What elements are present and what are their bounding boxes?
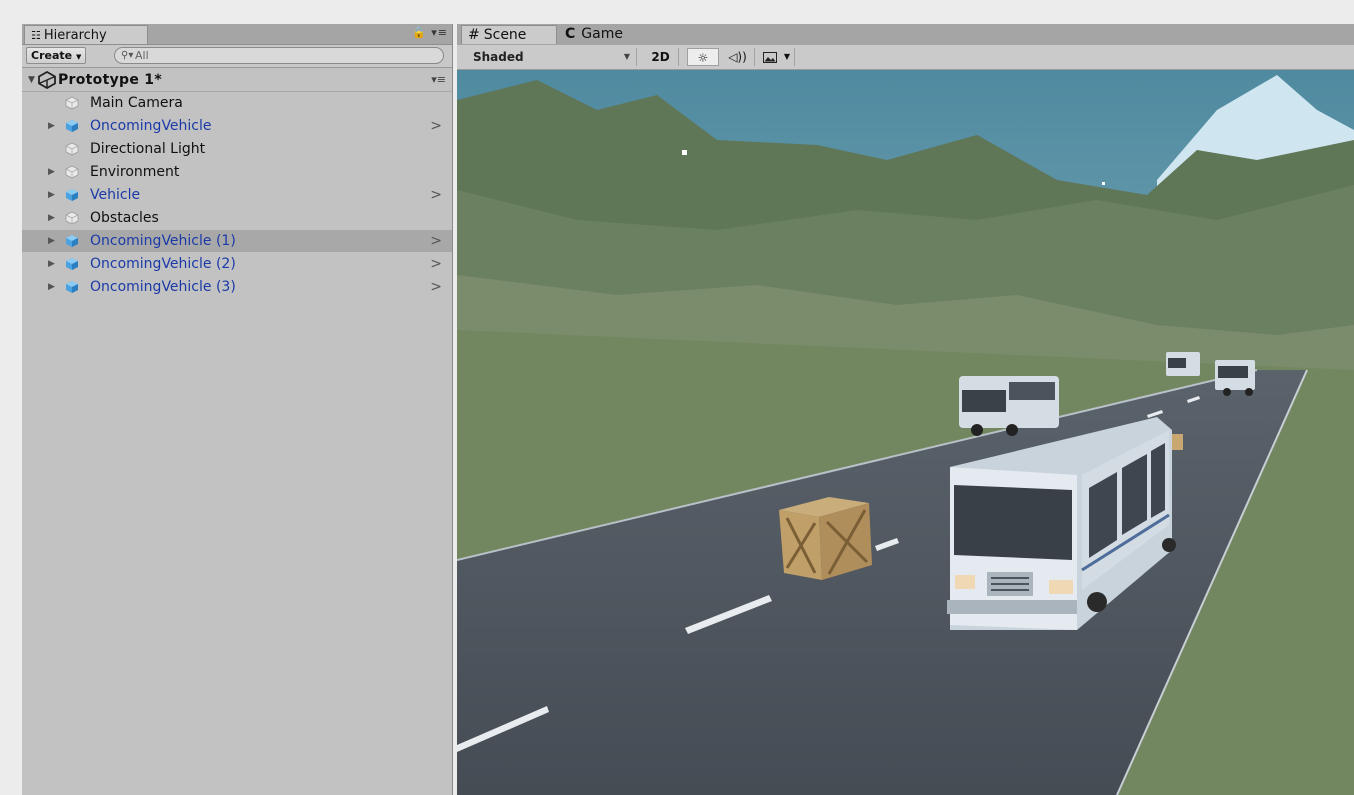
hierarchy-row-label: Obstacles — [90, 210, 159, 226]
expand-arrow-icon[interactable]: ▶ — [48, 207, 55, 229]
panel-menu-icon[interactable]: ▾≡ — [431, 26, 448, 39]
gameobject-cube-icon — [65, 211, 79, 225]
toggle-2d-label: 2D — [651, 50, 670, 64]
prefab-cube-icon — [65, 119, 79, 133]
hierarchy-row-label: OncomingVehicle — [90, 118, 212, 134]
dropdown-arrow-icon: ▼ — [75, 53, 82, 61]
prefab-cube-icon — [65, 234, 79, 248]
gameobject-cube-icon — [65, 96, 79, 110]
tab-hierarchy[interactable]: ☷ Hierarchy — [24, 25, 148, 44]
prefab-open-chevron-icon[interactable]: > — [430, 276, 442, 298]
hierarchy-tab-bar: ☷ Hierarchy 🔒 ▾≡ — [22, 24, 452, 45]
lock-icon[interactable]: 🔒 — [412, 26, 427, 39]
search-field[interactable]: ⚲▾ — [114, 47, 444, 64]
hierarchy-toolbar: Create ▼ ⚲▾ — [22, 45, 452, 68]
speaker-icon: ◁)) — [728, 50, 747, 64]
scene-panel: # Scene C Game Shaded ▼ 2D ☼ ◁)) ▼ — [457, 24, 1354, 795]
hierarchy-row[interactable]: Directional Light — [22, 138, 452, 160]
prefab-open-chevron-icon[interactable]: > — [430, 230, 442, 252]
expand-arrow-icon[interactable]: ▶ — [48, 184, 55, 206]
hierarchy-row[interactable]: ▶ OncomingVehicle > — [22, 115, 452, 137]
hierarchy-row[interactable]: ▶ Environment — [22, 161, 452, 183]
scene-toolbar: Shaded ▼ 2D ☼ ◁)) ▼ — [457, 45, 1354, 70]
search-icon: ⚲▾ — [121, 50, 134, 61]
scene-root-row[interactable]: ▼ Prototype 1* ▾≡ — [22, 69, 452, 92]
effects-dropdown[interactable]: ▼ — [757, 48, 795, 66]
hierarchy-row[interactable]: Main Camera — [22, 92, 452, 114]
dropdown-arrow-icon: ▼ — [783, 52, 790, 61]
create-button[interactable]: Create ▼ — [26, 47, 87, 64]
scene-tab-bar: # Scene C Game — [457, 24, 1354, 45]
dropdown-arrow-icon: ▼ — [623, 52, 630, 61]
expand-arrow-icon[interactable]: ▶ — [48, 161, 55, 183]
shading-mode-dropdown[interactable]: Shaded ▼ — [463, 48, 637, 66]
gizmo-marker — [1102, 182, 1105, 185]
pacman-icon: C — [565, 26, 576, 42]
prefab-cube-icon — [65, 188, 79, 202]
hierarchy-row[interactable]: ▶ OncomingVehicle (2) > — [22, 253, 452, 275]
prefab-cube-icon — [65, 257, 79, 271]
sun-icon: ☼ — [697, 51, 709, 65]
tab-scene-label: Scene — [483, 27, 527, 43]
expand-arrow-icon[interactable]: ▶ — [48, 253, 55, 275]
expand-arrow-icon[interactable]: ▶ — [48, 276, 55, 298]
hierarchy-row[interactable]: ▶ Vehicle > — [22, 184, 452, 206]
crate — [779, 497, 872, 580]
hash-icon: # — [468, 27, 480, 43]
tab-scene[interactable]: # Scene — [461, 25, 557, 44]
hierarchy-row-label: OncomingVehicle (2) — [90, 256, 236, 272]
scene-viewport[interactable] — [457, 70, 1354, 795]
hierarchy-row-label: Main Camera — [90, 95, 183, 111]
audio-toggle[interactable]: ◁)) — [721, 48, 755, 66]
hierarchy-row[interactable]: ▶ OncomingVehicle (1) > — [22, 230, 452, 252]
prefab-open-chevron-icon[interactable]: > — [430, 115, 442, 137]
hierarchy-row-label: Directional Light — [90, 141, 206, 157]
panel-controls: 🔒 ▾≡ — [412, 26, 448, 39]
gameobject-cube-icon — [65, 142, 79, 156]
hierarchy-row-label: Vehicle — [90, 187, 141, 203]
hierarchy-row[interactable]: ▶ OncomingVehicle (3) > — [22, 276, 452, 298]
expand-arrow-icon[interactable]: ▶ — [48, 230, 55, 252]
expand-arrow-icon[interactable]: ▼ — [28, 69, 35, 91]
unity-scene-icon — [38, 71, 56, 89]
scene-render — [457, 70, 1354, 795]
headlight — [1049, 580, 1073, 594]
search-input[interactable] — [135, 48, 425, 63]
scene-menu-icon[interactable]: ▾≡ — [431, 69, 446, 91]
hierarchy-row-label: OncomingVehicle (1) — [90, 233, 236, 249]
list-icon: ☷ — [31, 29, 41, 42]
bus-far — [959, 376, 1059, 436]
prefab-open-chevron-icon[interactable]: > — [430, 184, 442, 206]
image-icon — [763, 52, 777, 63]
create-button-label: Create — [31, 49, 73, 62]
headlight — [955, 575, 975, 589]
scene-name: Prototype 1* — [58, 72, 162, 88]
prefab-cube-icon — [65, 280, 79, 294]
expand-arrow-icon[interactable]: ▶ — [48, 115, 55, 137]
prefab-open-chevron-icon[interactable]: > — [430, 253, 442, 275]
gameobject-cube-icon — [65, 165, 79, 179]
hierarchy-row-label: Environment — [90, 164, 180, 180]
tab-hierarchy-label: Hierarchy — [43, 28, 107, 43]
gizmo-marker — [682, 150, 687, 155]
hierarchy-row-label: OncomingVehicle (3) — [90, 279, 236, 295]
toggle-2d-button[interactable]: 2D — [643, 48, 679, 66]
tab-game-label: Game — [581, 26, 623, 42]
hierarchy-row[interactable]: ▶ Obstacles — [22, 207, 452, 229]
lighting-toggle[interactable]: ☼ — [687, 48, 719, 66]
bus-far — [1166, 352, 1200, 376]
tab-game[interactable]: C Game — [559, 25, 655, 44]
shading-mode-label: Shaded — [473, 50, 524, 64]
hierarchy-panel: ☷Hierarchy 🔒 ▾≡ Create ▼ ⚲▾ ▼ Prototype … — [22, 24, 453, 795]
